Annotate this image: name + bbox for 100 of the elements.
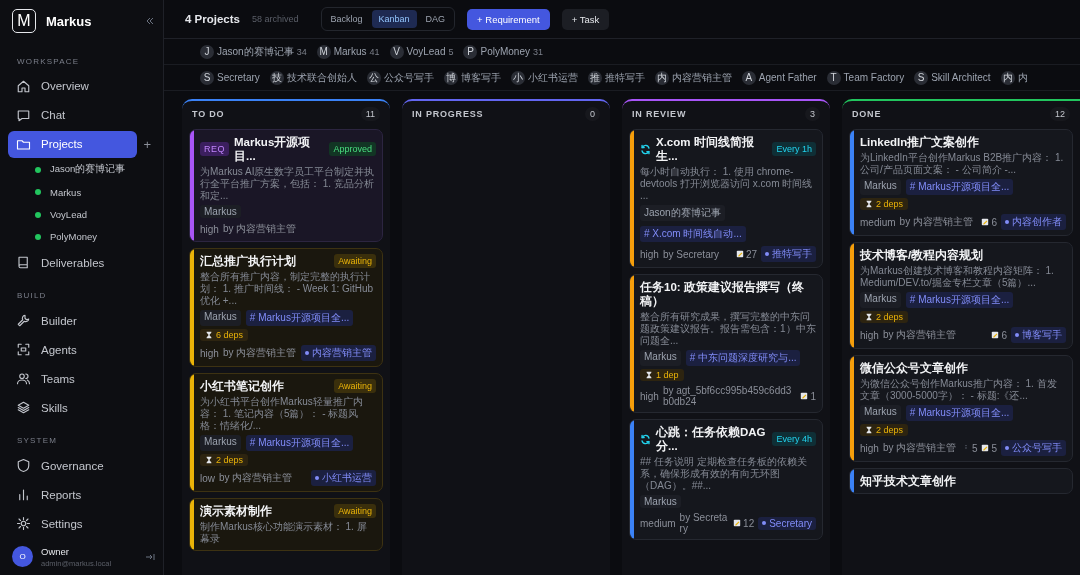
sync-icon <box>640 433 651 445</box>
priority-label: medium <box>640 517 676 529</box>
nav-item[interactable]: Overview <box>8 72 155 100</box>
user-name: Owner <box>41 545 70 557</box>
card-title: 技术博客/教程内容规划 <box>860 248 985 262</box>
note-count: 27 <box>745 248 757 260</box>
logout-icon[interactable] <box>145 551 155 562</box>
nav-item[interactable]: Skills <box>8 394 155 422</box>
assignee-tag: 内容创作者 <box>1001 214 1066 230</box>
task-card[interactable]: 任务10: 政策建议报告撰写（终稿） 整合所有研究成果，撰写完整的中东问题政策建议报告。报告需包含：1）中东问题全... Markus # 中东问题深度研究与... 1 dep high by agt_5bf6cc995b459c6dd3b0db24 1 <box>629 274 823 413</box>
task-card[interactable]: 知乎技术文章创作 <box>849 468 1073 494</box>
avatar[interactable]: O <box>12 546 33 568</box>
status-tag: Awaiting <box>334 379 376 393</box>
project-item[interactable]: PolyMoney <box>8 226 155 248</box>
epic-tag: # Markus开源项目全... <box>905 292 1014 308</box>
task-card[interactable]: 微信公众号文章创作 为微信公众号创作Markus推广内容： 1. 首发文章（3000-5000字）： - 标题:《还... Markus # Markus开源项目全... 2 deps high by 内容营销主管 5 5 公众号写手 <box>849 355 1073 462</box>
card-description: 整合所有推广内容，制定完整的执行计划： 1. 推广时间线： - Week 1: GitHub优化 +... <box>200 271 375 307</box>
project-tag: Markus <box>200 310 241 326</box>
nav-item[interactable]: Settings <box>8 510 155 538</box>
project-filter[interactable]: J Jason的赛博记事 34 <box>200 44 307 59</box>
nav-item[interactable]: Chat <box>8 101 155 129</box>
column-count: 11 <box>360 107 380 121</box>
agent-filter[interactable]: S Skill Architect <box>914 70 991 85</box>
view-tab[interactable]: Kanban <box>371 10 417 28</box>
dependency-count: 2 deps <box>216 455 244 465</box>
task-card[interactable]: 汇总推广执行计划 Awaiting 整合所有推广内容，制定完整的执行计划： 1. 推广时间线： - Week 1: GitHub优化 +... Markus # Markus开源项目全... 6 deps high by 内容营销主管 内容营销主管 <box>189 248 383 367</box>
add-requirement-button[interactable]: + Requirement <box>467 8 550 30</box>
nav-item[interactable]: Reports <box>8 481 155 509</box>
brand-name: Markus <box>46 13 93 29</box>
nav-item[interactable]: Deliverables <box>8 249 155 277</box>
requirement-tag: REQ <box>200 142 229 156</box>
card-description: 为小红书平台创作Markus轻量推广内容： 1. 笔记内容（5篇）： - 标题风格：情绪化/... <box>200 396 364 432</box>
priority-label: high <box>640 248 659 260</box>
note-icon <box>991 331 1000 339</box>
note-count: 6 <box>1001 329 1007 341</box>
column-title: IN REVIEW <box>632 109 687 119</box>
priority-label: high <box>200 347 219 359</box>
nav-item[interactable]: Agents <box>8 336 155 364</box>
add-project-button[interactable]: + <box>137 136 155 152</box>
card-description: 为微信公众号创作Markus推广内容： 1. 首发文章（3000-5000字）： - 标题:《还... <box>860 378 1058 402</box>
nav-item[interactable]: Builder <box>8 307 155 335</box>
task-card[interactable]: 技术博客/教程内容规划 为Markus创建技术博客和教程内容矩阵： 1. Medium/DEV.to/掘金专栏文章（5篇）... Markus # Markus开源项目全... 2 deps high by 内容营销主管 6 博客写手 <box>849 242 1073 349</box>
project-filter[interactable]: M Markus 41 <box>316 44 380 59</box>
status-tag: Every 4h <box>772 432 816 446</box>
chat-icon <box>16 107 31 123</box>
card-title: 微信公众号文章创作 <box>860 361 969 375</box>
note-icon <box>800 392 809 400</box>
agent-filter[interactable]: A Agent Father <box>741 70 817 85</box>
epic-tag: # Markus开源项目全... <box>245 310 354 326</box>
note-icon <box>735 250 744 258</box>
card-title: Markus开源项目... <box>234 135 312 163</box>
add-task-button[interactable]: + Task <box>561 8 610 30</box>
agent-filter[interactable]: T Team Factory <box>826 70 905 85</box>
agent-filter[interactable]: 内 内容营销主管 <box>654 70 732 85</box>
task-card[interactable]: 小红书笔记创作 Awaiting 为小红书平台创作Markus轻量推广内容： 1. 笔记内容（5篇）： - 标题风格：情绪化/... Markus # Markus开源项目全... 2 deps low by 内容营销主管 小红书运营 <box>189 373 383 492</box>
view-tab[interactable]: DAG <box>418 10 453 28</box>
agent-filter[interactable]: 公 公众号写手 <box>366 70 434 85</box>
card-description: 整合所有研究成果，撰写完整的中东问题政策建议报告。报告需包含：1）中东问题全... <box>640 311 816 347</box>
note-icon <box>981 444 990 452</box>
priority-label: high <box>200 223 219 235</box>
agent-filter[interactable]: 推 推特写手 <box>587 70 645 85</box>
layers-icon <box>16 400 31 416</box>
status-tag: Every 1h <box>772 142 816 156</box>
nav-item[interactable]: Governance <box>8 452 155 480</box>
agent-filter[interactable]: 博 博客写手 <box>443 70 501 85</box>
task-card[interactable]: X.com 时间线简报生... Every 1h 每小时自动执行： 1. 使用 chrome-devtools 打开浏览器访问 x.com 时间线 ... Jason的赛博记事 # X.com 时间线自动... high by Secretary 27 推特写手 <box>629 129 823 268</box>
view-tab[interactable]: Backlog <box>323 10 370 28</box>
task-card[interactable]: LinkedIn推广文案创作 为LinkedIn平台创作Markus B2B推广内容： 1. 公司/产品页面文案： - 公司简介 -... Markus # Markus开源项目全... 2 deps medium by 内容营销主管 6 内容创作者 <box>849 129 1073 236</box>
hourglass-icon <box>205 331 213 339</box>
project-filter[interactable]: P PolyMoney 31 <box>463 44 543 59</box>
agent-filter[interactable]: 技 技术联合创始人 <box>269 70 357 85</box>
project-tag: Markus <box>860 292 901 308</box>
project-filter[interactable]: V VoyLead 5 <box>389 44 454 59</box>
dependency-count: 2 deps <box>876 199 904 209</box>
task-card[interactable]: 演示素材制作 Awaiting 制作Markus核心功能演示素材： 1. 屏幕录 <box>189 498 383 551</box>
assignee-tag: 博客写手 <box>1011 327 1066 343</box>
priority-label: high <box>640 390 659 402</box>
section-label: WORKSPACE <box>16 55 81 68</box>
column-count: 3 <box>805 107 820 121</box>
nav-item[interactable]: Projects <box>8 130 138 158</box>
dependency-count: 6 deps <box>216 330 244 340</box>
project-item[interactable]: VoyLead <box>8 204 155 225</box>
agent-filter[interactable]: 小 小红书运营 <box>510 70 578 85</box>
section-label: BUILD <box>16 290 48 303</box>
collapse-icon[interactable] <box>145 16 155 27</box>
book-icon <box>16 255 31 271</box>
card-title: 汇总推广执行计划 <box>200 254 297 268</box>
creator-label: by 内容营销主管 <box>222 346 297 360</box>
priority-label: high <box>860 329 879 341</box>
nav-item[interactable]: Teams <box>8 365 155 393</box>
agent-filter[interactable]: S Secretary <box>200 70 260 85</box>
creator-label: by Secretary <box>662 248 721 260</box>
project-item[interactable]: Jason的赛博记事 <box>8 159 155 181</box>
note-icon <box>981 218 990 226</box>
hourglass-icon <box>865 313 873 321</box>
creator-label: by Secretary <box>679 512 729 534</box>
card-title: 小红书笔记创作 <box>200 379 285 393</box>
card-description: 为LinkedIn平台创作Markus B2B推广内容： 1. 公司/产品页面文案： - 公司简介 -... <box>860 152 1065 176</box>
status-tag: Awaiting <box>334 504 376 518</box>
project-item[interactable]: Markus <box>8 182 155 203</box>
